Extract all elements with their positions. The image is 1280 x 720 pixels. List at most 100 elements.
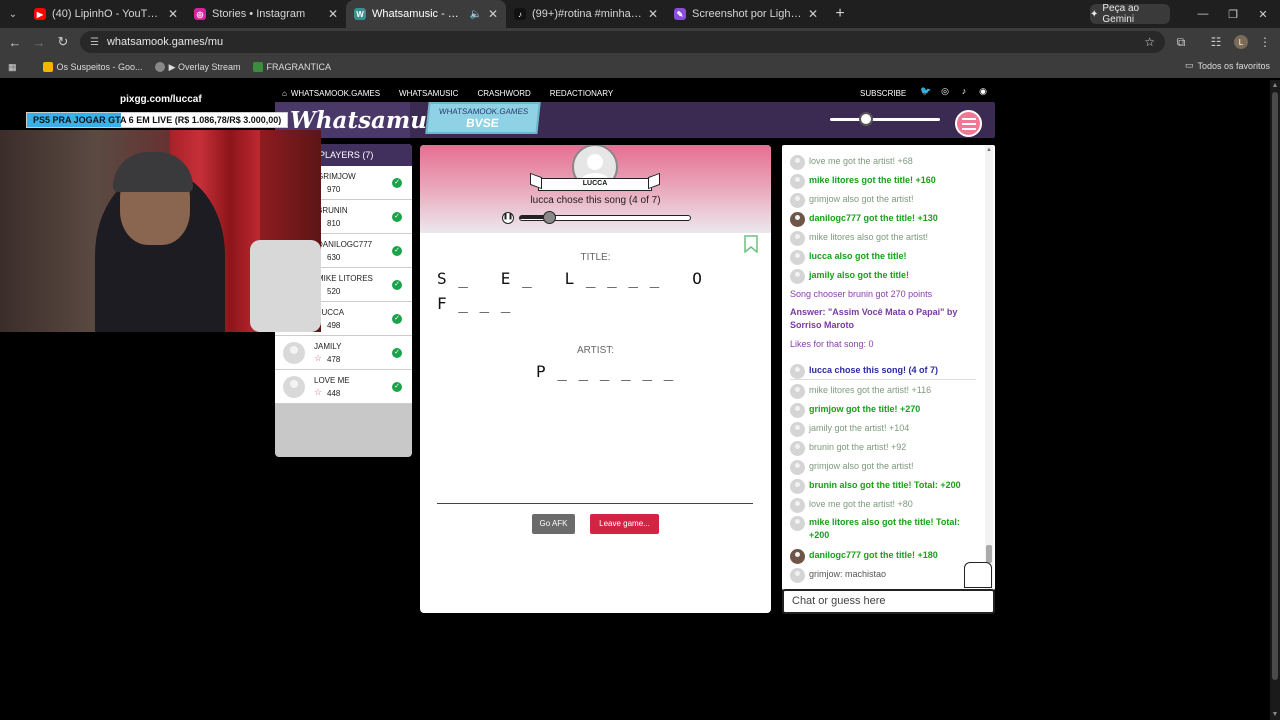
like-song-button[interactable]: [964, 562, 992, 588]
twitter-icon[interactable]: 🐦: [920, 86, 932, 98]
site-nav: ⌂ WHATSAMOOK.GAMES WHATSAMUSIC CRASHWORD…: [282, 86, 992, 100]
nav-whatsamook[interactable]: WHATSAMOOK.GAMES: [291, 89, 380, 98]
discord-icon[interactable]: ◉: [977, 86, 989, 98]
chat-message-text: Song chooser brunin got 270 points: [790, 289, 933, 299]
chat-avatar: [790, 441, 805, 456]
chat-input[interactable]: [792, 595, 972, 607]
volume-handle[interactable]: [859, 112, 873, 126]
player-points: 970: [327, 185, 341, 194]
apps-icon[interactable]: ▦: [8, 62, 17, 73]
reload-icon[interactable]: ↻: [51, 28, 75, 56]
close-tab-icon[interactable]: ✕: [648, 7, 658, 21]
restore-icon[interactable]: ❐: [1218, 0, 1248, 28]
close-tab-icon[interactable]: ✕: [488, 7, 498, 21]
player-points: 478: [327, 355, 341, 364]
subscribe-link[interactable]: SUBSCRIBE: [860, 89, 906, 98]
tiktok-icon[interactable]: ♪: [958, 86, 970, 98]
chat-message-text: mike litores got the title! +160: [809, 175, 936, 185]
url-field[interactable]: ☰ whatsamook.games/mu ☆: [80, 31, 1165, 53]
chat-scrollbar[interactable]: ▲: [985, 145, 993, 590]
nav-redactionary[interactable]: REDACTIONARY: [550, 89, 613, 98]
nav-crashword[interactable]: CRASHWORD: [477, 89, 530, 98]
instagram-icon: ◎: [194, 8, 206, 20]
chat-message: grimjow: machistao: [790, 568, 980, 583]
leave-game-button[interactable]: Leave game...: [590, 514, 659, 534]
bookmark-star-icon[interactable]: ☆: [1144, 35, 1155, 49]
chat-message: brunin got the artist! +92: [790, 441, 980, 456]
pause-icon[interactable]: ❚❚: [502, 212, 514, 224]
bookmark-os-suspeitos[interactable]: Os Suspeitos - Goo...: [42, 62, 143, 72]
chat-message-text: love me got the artist! +80: [809, 499, 913, 509]
chat-message-text: grimjow got the title! +270: [809, 404, 921, 414]
chat-message-text: Likes for that song: 0: [790, 339, 874, 349]
browser-menu-icon[interactable]: ⋮: [1252, 28, 1278, 56]
chat-avatar: [790, 384, 805, 399]
nav-whatsamusic[interactable]: WHATSAMUSIC: [399, 89, 458, 98]
bookmark-fragrantica[interactable]: FRAGRANTICA: [252, 62, 331, 72]
check-icon: ✓: [392, 348, 402, 358]
chat-message: grimjow got the title! +270: [790, 403, 980, 418]
player-name: JAMILY: [314, 342, 342, 351]
tab-instagram[interactable]: ◎ Stories • Instagram ✕: [186, 0, 346, 28]
chat-message-text: grimjow also got the artist!: [809, 461, 914, 471]
tab-tiktok[interactable]: ♪ (99+)#rotina #minharotina #fo ✕: [506, 0, 666, 28]
player-points: 448: [327, 389, 341, 398]
chat-avatar: [790, 364, 805, 379]
chat-panel: love me got the artist! +68 mike litores …: [782, 145, 995, 590]
whatsamusic-icon: W: [354, 8, 366, 20]
chat-message-text: brunin also got the title! Total: +200: [809, 480, 961, 490]
chat-avatar: [790, 193, 805, 208]
chat-separator: [790, 379, 976, 380]
close-tab-icon[interactable]: ✕: [328, 7, 338, 21]
forward-icon[interactable]: →: [27, 28, 51, 56]
chat-message: lucca also got the title!: [790, 250, 980, 265]
tab-youtube[interactable]: ▶ (40) LipinhO - YouTube ✕: [26, 0, 186, 28]
artist-hint: P _ _ _ _ _ _: [536, 362, 675, 381]
go-afk-button[interactable]: Go AFK: [532, 514, 575, 534]
home-icon[interactable]: ⌂: [282, 89, 287, 98]
tab-groups-icon[interactable]: ☷: [1203, 28, 1229, 56]
tab-lightshot[interactable]: ✎ Screenshot por Lightshot ✕: [666, 0, 826, 28]
player-avatar: [283, 376, 305, 398]
profile-icon[interactable]: L: [1228, 28, 1254, 56]
bookmark-overlay-stream[interactable]: ▶ Overlay Stream: [154, 61, 241, 73]
player-name: GRIMJOW: [317, 172, 356, 181]
check-icon: ✓: [392, 246, 402, 256]
minimize-icon[interactable]: —: [1188, 0, 1218, 28]
new-tab-button[interactable]: +: [826, 5, 854, 23]
tab-whatsamusic[interactable]: W Whatsamusic - Name That 🔈 ✕: [346, 0, 506, 28]
chat-message-text: jamily got the artist! +104: [809, 423, 910, 433]
all-bookmarks[interactable]: ▭ Todos os favoritos: [1185, 60, 1270, 71]
extensions-icon[interactable]: ⧉: [1168, 28, 1194, 56]
close-window-icon[interactable]: ✕: [1248, 0, 1278, 28]
player-name: BRUNIN: [317, 206, 348, 215]
chat-input-box[interactable]: [782, 589, 995, 614]
menu-button[interactable]: [955, 110, 982, 137]
close-tab-icon[interactable]: ✕: [808, 7, 818, 21]
chat-avatar: [790, 250, 805, 265]
gemini-button[interactable]: ✦ Peça ao Gemini: [1090, 3, 1170, 25]
game-panel: LUCCA lucca chose this song (4 of 7) ❚❚ …: [420, 145, 771, 613]
volume-slider[interactable]: [830, 118, 940, 121]
page-scrollbar[interactable]: ▲ ▼: [1270, 80, 1280, 720]
chat-avatar: [790, 155, 805, 170]
instagram-icon[interactable]: ◎: [939, 86, 951, 98]
bookmark-label: ▶ Overlay Stream: [168, 61, 241, 72]
close-tab-icon[interactable]: ✕: [168, 7, 178, 21]
bookmark-icon[interactable]: [744, 235, 758, 253]
check-icon: ✓: [392, 280, 402, 290]
url-text: whatsamook.games/mu: [106, 36, 224, 48]
speaker-muted-icon[interactable]: 🔈: [469, 9, 481, 20]
chat-message: love me got the artist! +68: [790, 155, 980, 170]
chat-message: mike litores also got the artist!: [790, 231, 980, 246]
bookmark-label: Os Suspeitos - Goo...: [56, 62, 143, 72]
site-info-icon[interactable]: ☰: [90, 37, 99, 48]
chat-avatar: [790, 231, 805, 246]
check-icon: ✓: [392, 212, 402, 222]
fragrantica-icon: [252, 62, 263, 72]
back-icon[interactable]: ←: [3, 28, 27, 56]
chat-message-text: mike litores got the artist! +116: [809, 385, 932, 395]
room-label: WHATSAMOOK.GAMES: [438, 107, 529, 116]
chat-message: love me got the artist! +80: [790, 498, 980, 513]
tab-search-icon[interactable]: ⌄: [0, 0, 26, 28]
